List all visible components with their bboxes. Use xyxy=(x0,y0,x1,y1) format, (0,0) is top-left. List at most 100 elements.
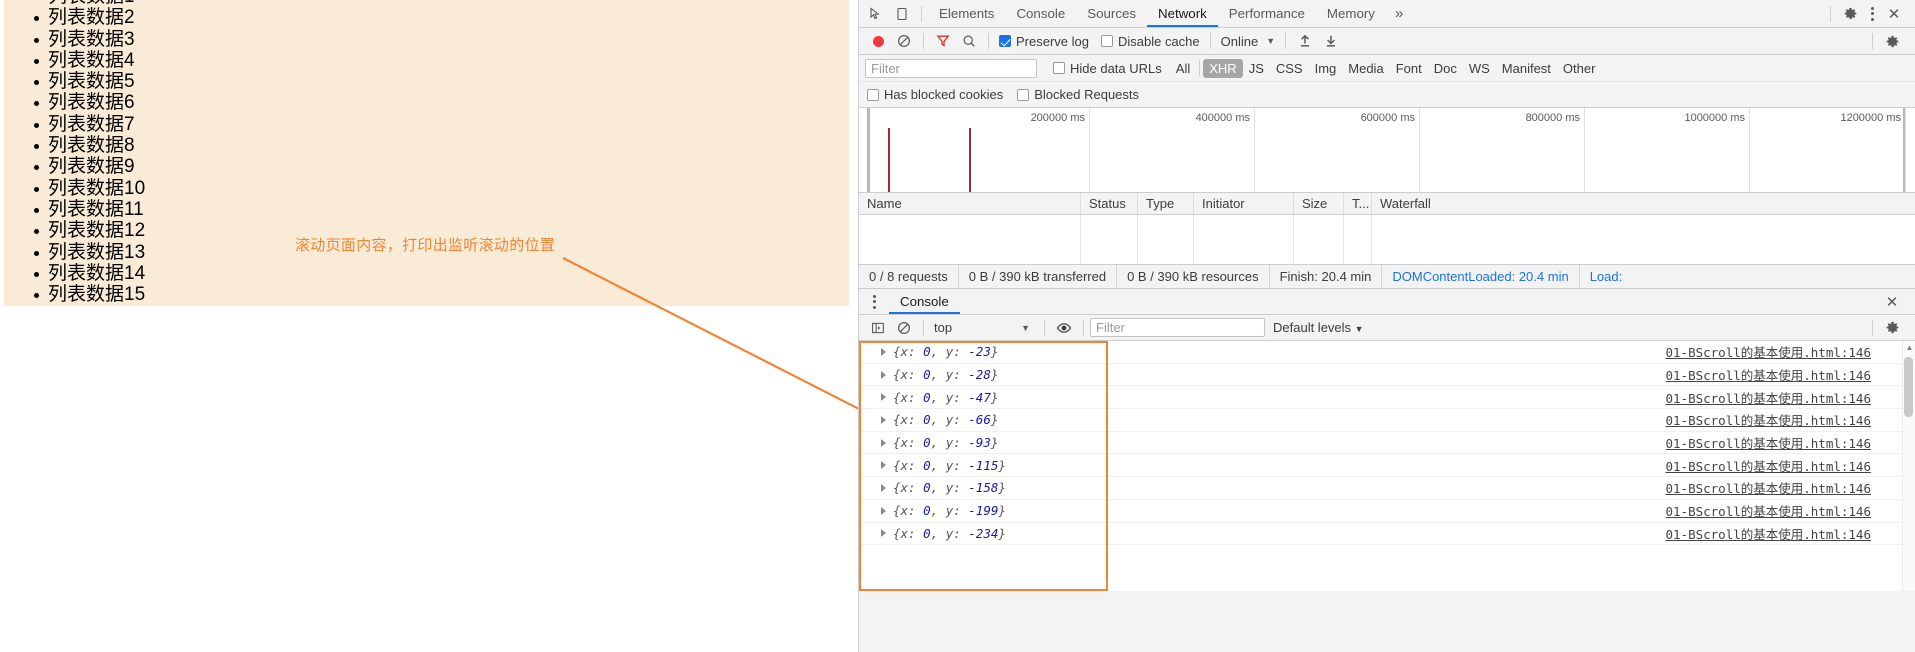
network-filter-input[interactable]: Filter xyxy=(865,58,1037,78)
console-scrollbar-thumb[interactable] xyxy=(1904,357,1913,417)
console-log-source-link[interactable]: 01-BScroll的基本使用.html:146 xyxy=(1666,478,1872,497)
console-log-source-link[interactable]: 01-BScroll的基本使用.html:146 xyxy=(1666,524,1872,543)
console-log-source-link[interactable]: 01-BScroll的基本使用.html:146 xyxy=(1666,501,1872,520)
hide-data-urls-checkbox[interactable]: Hide data URLs xyxy=(1053,61,1162,76)
console-log-row[interactable]: {x: 0, y: -23} 01-BScroll的基本使用.html:146 xyxy=(859,341,1915,364)
inspect-element-icon[interactable] xyxy=(863,2,889,26)
expand-triangle-icon[interactable] xyxy=(881,438,886,447)
chevron-down-icon[interactable]: ▼ xyxy=(1017,323,1034,333)
column-header-size[interactable]: Size xyxy=(1294,193,1344,214)
more-tabs-icon[interactable]: » xyxy=(1386,5,1412,22)
close-icon[interactable]: ✕ xyxy=(1881,2,1907,26)
type-chip-doc[interactable]: Doc xyxy=(1428,59,1463,78)
scroll-up-arrow-icon[interactable]: ▲ xyxy=(1903,341,1915,354)
console-clear-icon[interactable] xyxy=(891,316,917,340)
expand-triangle-icon[interactable] xyxy=(881,347,886,356)
tab-console[interactable]: Console xyxy=(1005,0,1076,27)
expand-triangle-icon[interactable] xyxy=(881,370,886,379)
console-filter-input[interactable]: Filter xyxy=(1090,318,1265,337)
expand-triangle-icon[interactable] xyxy=(881,506,886,515)
expand-triangle-icon[interactable] xyxy=(881,461,886,470)
console-log-row[interactable]: {x: 0, y: -234} 01-BScroll的基本使用.html:146 xyxy=(859,523,1915,546)
has-blocked-cookies-box[interactable] xyxy=(867,88,879,101)
device-toolbar-icon[interactable] xyxy=(889,2,915,26)
console-log-row[interactable]: {x: 0, y: -158} 01-BScroll的基本使用.html:146 xyxy=(859,477,1915,500)
type-chip-img[interactable]: Img xyxy=(1309,59,1343,78)
type-chip-css[interactable]: CSS xyxy=(1270,59,1309,78)
filter-icon[interactable] xyxy=(930,29,956,53)
blocked-requests-checkbox[interactable]: Blocked Requests xyxy=(1017,87,1139,102)
hide-data-urls-box[interactable] xyxy=(1053,62,1065,74)
preserve-log-checkbox[interactable]: Preserve log xyxy=(999,34,1089,49)
record-button[interactable] xyxy=(865,29,891,53)
column-header-type[interactable]: Type xyxy=(1138,193,1194,214)
blocked-requests-box[interactable] xyxy=(1017,88,1030,101)
console-log-source-link[interactable]: 01-BScroll的基本使用.html:146 xyxy=(1666,456,1872,475)
tab-elements[interactable]: Elements xyxy=(928,0,1005,27)
console-log-row[interactable]: {x: 0, y: -66} 01-BScroll的基本使用.html:146 xyxy=(859,409,1915,432)
console-levels-selector[interactable]: Default levels ▼ xyxy=(1265,320,1372,335)
console-settings-gear-icon[interactable] xyxy=(1879,316,1905,340)
tab-performance[interactable]: Performance xyxy=(1218,0,1316,27)
type-chip-js[interactable]: JS xyxy=(1243,59,1270,78)
console-log-row[interactable]: {x: 0, y: -47} 01-BScroll的基本使用.html:146 xyxy=(859,386,1915,410)
has-blocked-cookies-checkbox[interactable]: Has blocked cookies xyxy=(867,87,1003,102)
preserve-log-box[interactable] xyxy=(999,35,1011,47)
tab-memory[interactable]: Memory xyxy=(1316,0,1386,27)
console-log-source-link[interactable]: 01-BScroll的基本使用.html:146 xyxy=(1666,410,1872,429)
console-log-row[interactable]: {x: 0, y: -115} 01-BScroll的基本使用.html:146 xyxy=(859,454,1915,478)
console-log-row[interactable]: {x: 0, y: -28} 01-BScroll的基本使用.html:146 xyxy=(859,364,1915,387)
expand-triangle-icon[interactable] xyxy=(881,415,886,424)
type-chip-manifest[interactable]: Manifest xyxy=(1496,59,1557,78)
column-header-waterfall[interactable]: Waterfall xyxy=(1372,193,1915,214)
list-item: 列表数据11 xyxy=(4,199,849,220)
gear-icon[interactable] xyxy=(1837,2,1863,26)
network-overview-timeline[interactable]: 200000 ms 400000 ms 600000 ms 800000 ms … xyxy=(859,108,1915,193)
import-har-icon[interactable] xyxy=(1292,29,1318,53)
disable-cache-box[interactable] xyxy=(1100,35,1113,47)
tab-sources[interactable]: Sources xyxy=(1076,0,1147,27)
drawer-kebab-menu-icon[interactable] xyxy=(865,294,883,309)
type-chip-media[interactable]: Media xyxy=(1342,59,1389,78)
export-har-icon[interactable] xyxy=(1318,29,1344,53)
list-item: 列表数据10 xyxy=(4,178,849,199)
expand-triangle-icon[interactable] xyxy=(881,529,886,538)
chevron-down-icon[interactable]: ▼ xyxy=(1262,36,1279,46)
console-log-source-link[interactable]: 01-BScroll的基本使用.html:146 xyxy=(1666,433,1872,452)
type-chip-other[interactable]: Other xyxy=(1557,59,1602,78)
console-toolbar-divider-3 xyxy=(1083,319,1084,336)
live-expression-eye-icon[interactable] xyxy=(1051,316,1077,340)
column-header-name[interactable]: Name xyxy=(859,193,1081,214)
console-context-selector[interactable]: top ▼ xyxy=(930,320,1038,335)
network-settings-gear-icon[interactable] xyxy=(1879,29,1905,53)
overview-left-handle[interactable] xyxy=(867,108,870,192)
console-sidebar-icon[interactable] xyxy=(865,316,891,340)
tab-network[interactable]: Network xyxy=(1147,0,1218,27)
type-chip-xhr[interactable]: XHR xyxy=(1203,58,1243,78)
throttling-value[interactable]: Online xyxy=(1217,34,1263,49)
drawer-tab-console[interactable]: Console xyxy=(889,289,960,314)
console-log-source-link[interactable]: 01-BScroll的基本使用.html:146 xyxy=(1666,365,1872,384)
drawer-close-icon[interactable]: ✕ xyxy=(1879,290,1905,314)
column-header-initiator[interactable]: Initiator xyxy=(1194,193,1294,214)
type-chip-all[interactable]: All xyxy=(1170,59,1196,78)
disable-cache-checkbox[interactable]: Disable cache xyxy=(1100,34,1200,49)
type-chip-font[interactable]: Font xyxy=(1390,59,1428,78)
console-scrollbar[interactable]: ▲ xyxy=(1902,341,1915,591)
console-log-source-link[interactable]: 01-BScroll的基本使用.html:146 xyxy=(1666,342,1872,361)
console-log-source-link[interactable]: 01-BScroll的基本使用.html:146 xyxy=(1666,388,1872,407)
type-chip-ws[interactable]: WS xyxy=(1463,59,1496,78)
overview-gridline xyxy=(1089,108,1090,192)
column-header-status[interactable]: Status xyxy=(1081,193,1138,214)
kebab-menu-icon[interactable] xyxy=(1863,2,1881,26)
chevron-down-icon[interactable]: ▼ xyxy=(1355,324,1364,334)
expand-triangle-icon[interactable] xyxy=(881,393,886,402)
expand-triangle-icon[interactable] xyxy=(881,483,886,492)
console-log-row[interactable]: {x: 0, y: -199} 01-BScroll的基本使用.html:146 xyxy=(859,500,1915,523)
console-log-area[interactable]: {x: 0, y: -23} 01-BScroll的基本使用.html:146 {x… xyxy=(859,341,1915,591)
search-icon[interactable] xyxy=(956,29,982,53)
scroll-list-container[interactable]: 列表数据1列表数据2列表数据3列表数据4列表数据5列表数据6列表数据7列表数据8… xyxy=(4,0,849,306)
column-header-time[interactable]: T... xyxy=(1344,193,1372,214)
clear-button[interactable] xyxy=(891,29,917,53)
console-log-row[interactable]: {x: 0, y: -93} 01-BScroll的基本使用.html:146 xyxy=(859,432,1915,455)
